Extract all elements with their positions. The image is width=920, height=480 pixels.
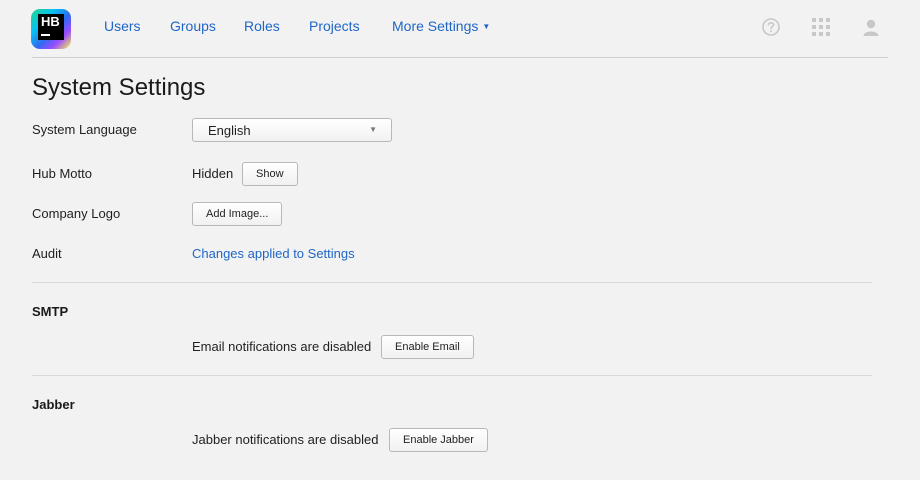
show-motto-button[interactable]: Show — [242, 162, 298, 186]
hub-logo-mark: HB — [38, 14, 64, 40]
enable-email-button[interactable]: Enable Email — [381, 335, 474, 359]
hub-logo[interactable]: HB — [31, 9, 71, 49]
add-image-button[interactable]: Add Image... — [192, 202, 283, 226]
smtp-section-title: SMTP — [32, 304, 69, 319]
help-icon[interactable] — [761, 17, 781, 37]
company-logo-label: Company Logo — [32, 206, 121, 221]
apps-grid-icon[interactable] — [811, 17, 831, 37]
system-language-value: English — [208, 123, 251, 138]
system-language-select[interactable]: English ▼ — [192, 118, 392, 142]
jabber-section-title: Jabber — [32, 397, 75, 412]
audit-label: Audit — [32, 246, 62, 261]
hub-logo-text: HB — [41, 14, 60, 29]
user-avatar-icon[interactable] — [861, 17, 881, 37]
top-navigation-bar: HB Users Groups Roles Projects More Sett… — [0, 0, 920, 57]
chevron-down-icon: ▼ — [482, 22, 491, 31]
section-divider — [32, 282, 872, 283]
chevron-down-icon: ▼ — [369, 125, 377, 134]
nav-projects-link[interactable]: Projects — [309, 18, 360, 34]
audit-changes-link[interactable]: Changes applied to Settings — [192, 246, 355, 261]
nav-more-settings-label: More Settings — [392, 18, 479, 34]
nav-groups-link[interactable]: Groups — [170, 18, 216, 34]
nav-more-settings-menu[interactable]: More Settings ▼ — [392, 18, 490, 34]
nav-users-link[interactable]: Users — [104, 18, 141, 34]
enable-jabber-button[interactable]: Enable Jabber — [389, 428, 488, 452]
page-title: System Settings — [32, 74, 206, 101]
email-notifications-status: Email notifications are disabled — [192, 339, 372, 354]
hub-logo-underline — [41, 34, 50, 36]
system-language-label: System Language — [32, 122, 137, 137]
hub-motto-status: Hidden — [192, 166, 234, 181]
nav-roles-link[interactable]: Roles — [244, 18, 280, 34]
jabber-notifications-status: Jabber notifications are disabled — [192, 432, 379, 447]
section-divider — [32, 375, 872, 376]
header-divider — [32, 57, 888, 58]
hub-motto-label: Hub Motto — [32, 166, 92, 181]
